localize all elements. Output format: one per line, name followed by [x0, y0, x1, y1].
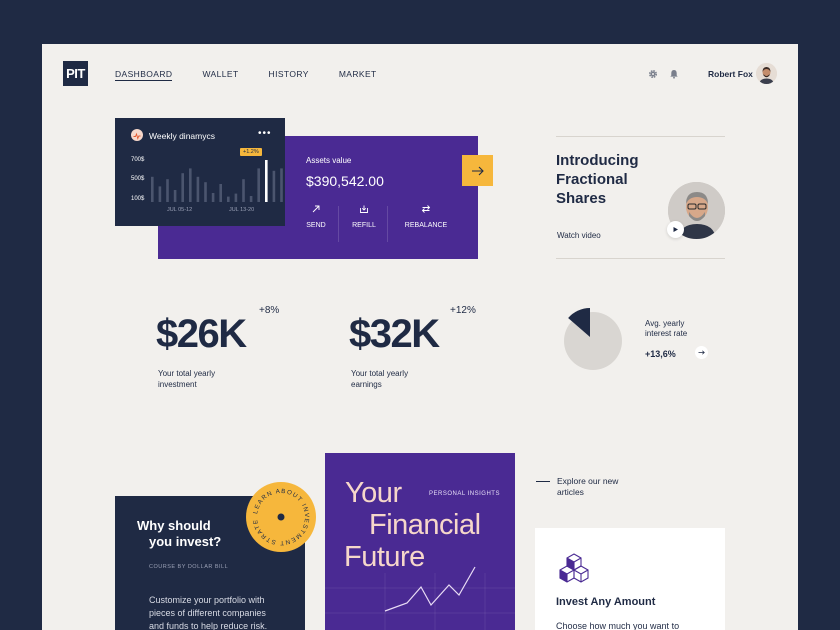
send-label: SEND: [306, 222, 326, 229]
promo-title-line: Shares: [556, 190, 607, 207]
rebalance-label: REBALANCE: [404, 222, 448, 229]
caption-line: interest rate: [645, 329, 688, 338]
promo-title-line: Introducing: [556, 152, 639, 169]
why-title: Why should you invest?: [137, 518, 221, 550]
divider: [556, 136, 725, 137]
promo-title-line: Fractional: [556, 171, 628, 188]
play-button[interactable]: [667, 221, 684, 238]
chart-bar: [227, 196, 230, 202]
assets-next-button[interactable]: [462, 155, 493, 186]
chart-bar: [234, 193, 238, 202]
svg-text:LEARN ABOUT INVESTMENT STRATEG: LEARN ABOUT INVESTMENT STRATEGIES: [246, 482, 310, 546]
learn-strategies-badge[interactable]: LEARN ABOUT INVESTMENT STRATEGIES: [243, 477, 316, 552]
chart-bar: [189, 168, 192, 202]
chart-bar: [219, 184, 222, 202]
investment-change: +8%: [259, 305, 280, 316]
interest-pie-chart: [564, 308, 622, 370]
settings-gear-icon[interactable]: [648, 69, 658, 79]
rebalance-action[interactable]: REBALANCE: [396, 204, 456, 229]
refill-icon: [360, 205, 368, 213]
nav-history[interactable]: HISTORY: [269, 69, 309, 81]
invest-description: Choose how much you want to: [556, 621, 680, 630]
action-divider: [387, 206, 388, 242]
why-title-line: you invest?: [149, 534, 222, 549]
earnings-value: $32K: [349, 312, 440, 356]
refill-label: REFILL: [352, 222, 376, 229]
promo-title: Introducing Fractional Shares: [556, 151, 656, 208]
caption-line: Your total yearly: [158, 369, 216, 378]
earnings-change: +12%: [450, 305, 476, 316]
watch-video-link[interactable]: Watch video: [557, 231, 601, 240]
why-title-line: Why should: [137, 518, 211, 533]
invest-any-amount-card[interactable]: Invest Any Amount Choose how much you wa…: [535, 528, 725, 630]
refill-action[interactable]: REFILL: [339, 204, 389, 229]
logo[interactable]: PIT: [63, 61, 88, 86]
circular-text-badge: LEARN ABOUT INVESTMENT STRATEGIES: [243, 477, 310, 546]
weekly-chart-card: Weekly dinamycs ••• 700$ 500$ 100$ JUL 0…: [115, 118, 285, 226]
nav-dashboard[interactable]: DASHBOARD: [115, 69, 173, 81]
why-body: Customize your portfolio with pieces of …: [149, 595, 268, 630]
chart-bar: [196, 176, 200, 202]
send-arrow-icon: [312, 205, 320, 213]
explore-divider: [536, 481, 550, 482]
badge-text: LEARN ABOUT INVESTMENT STRATEGIES: [243, 477, 309, 546]
chart-bar: [257, 168, 260, 202]
course-author: COURSE BY DOLLAR BILL: [149, 564, 229, 570]
interest-caption: Avg. yearly interest rate: [645, 319, 687, 339]
bell-icon[interactable]: [669, 69, 679, 79]
arrow-right-icon: [472, 166, 484, 175]
financial-future-card[interactable]: Your PERSONAL INSIGHTS Financial Future: [325, 453, 515, 630]
user-name[interactable]: Robert Fox: [708, 69, 753, 79]
chart-bar: [272, 170, 276, 202]
explore-articles-link[interactable]: Explore our new articles: [557, 476, 618, 498]
weekly-bar-chart: [151, 160, 283, 202]
caption-line: earnings: [351, 380, 382, 389]
assets-value: $390,542.00: [306, 173, 384, 189]
assets-label: Assets value: [306, 156, 352, 165]
chart-bar: [242, 179, 245, 202]
chart-bar: [249, 196, 253, 202]
user-avatar[interactable]: [756, 63, 777, 84]
dashboard-page: PIT DASHBOARD WALLET HISTORY MARKET Robe…: [42, 44, 798, 630]
caption-line: Your total yearly: [351, 369, 409, 378]
rebalance-swap-icon: [421, 205, 431, 213]
chart-bar: [151, 176, 154, 202]
investment-value: $26K: [156, 312, 247, 356]
chart-bar: [181, 173, 184, 202]
main-nav: DASHBOARD WALLET HISTORY MARKET: [115, 69, 377, 81]
earnings-caption: Your total yearly earnings: [351, 368, 408, 390]
chart-bar: [204, 182, 207, 202]
explore-line: Explore our new: [557, 476, 619, 486]
chart-bar: [173, 190, 177, 202]
divider: [556, 258, 725, 259]
invest-title: Invest Any Amount: [556, 596, 656, 608]
interest-arrow-button[interactable]: [695, 346, 708, 359]
chart-bar: [265, 160, 268, 202]
arrow-right-icon: [698, 350, 705, 355]
cubes-icon: [559, 553, 589, 583]
chart-bar: [158, 186, 162, 202]
nav-market[interactable]: MARKET: [339, 69, 377, 81]
send-action[interactable]: SEND: [291, 204, 341, 229]
chart-bar: [166, 179, 169, 202]
play-icon: [673, 227, 678, 232]
nav-wallet[interactable]: WALLET: [202, 69, 238, 81]
interest-value: +13,6%: [645, 349, 676, 359]
chart-bar: [211, 193, 215, 202]
growth-line-graphic: [325, 566, 515, 630]
investment-caption: Your total yearly investment: [158, 368, 215, 390]
caption-line: Avg. yearly: [645, 319, 685, 328]
caption-line: investment: [158, 380, 197, 389]
explore-line: articles: [557, 487, 584, 497]
chart-bar: [280, 168, 283, 202]
